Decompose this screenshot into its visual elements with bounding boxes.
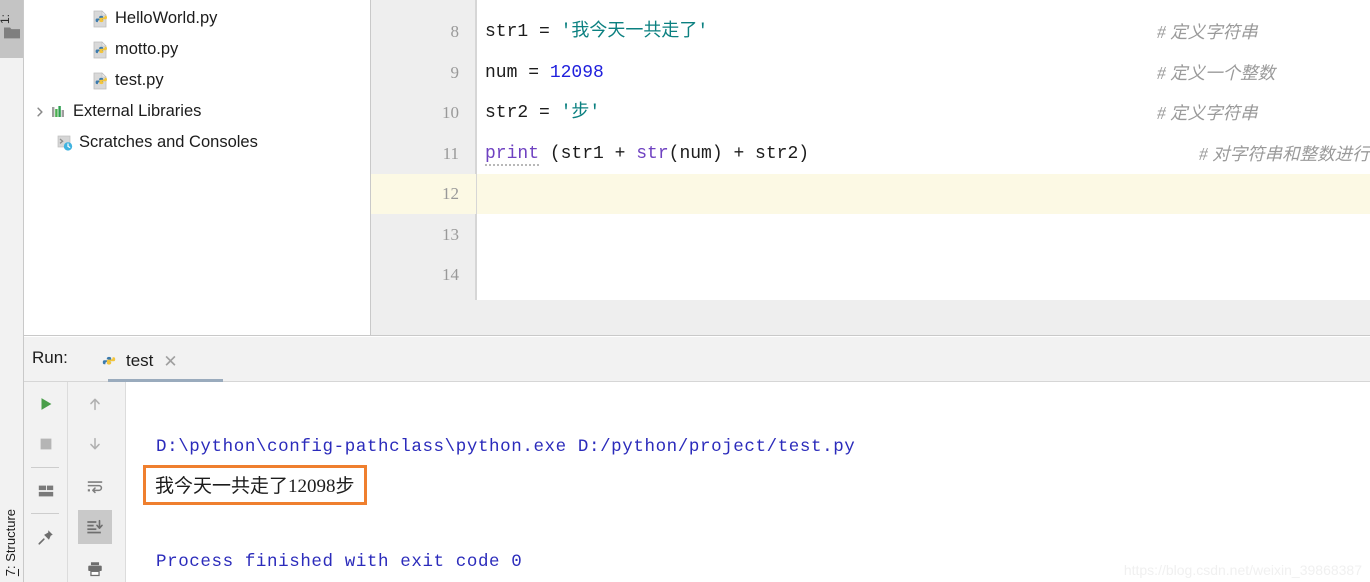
close-icon[interactable]: ✕: [163, 353, 177, 370]
printer-icon[interactable]: [78, 552, 112, 582]
line-number: 10: [442, 103, 459, 122]
code-token-assign: num =: [485, 63, 550, 83]
code-line-11[interactable]: 11 print (str1 + str(num) + str2) # 对字符串…: [371, 134, 1370, 174]
libraries-icon: [50, 103, 68, 121]
code-token-args: (str1 +: [539, 144, 637, 164]
code-line-9[interactable]: 9 num = 12098 # 定义一个整数: [371, 53, 1370, 93]
tree-item-label: External Libraries: [73, 102, 202, 121]
arrow-up-icon[interactable]: [78, 387, 112, 421]
tree-item-label: Scratches and Consoles: [79, 133, 258, 152]
console-exit-line: Process finished with exit code 0: [156, 552, 523, 572]
project-tree-panel[interactable]: HelloWorld.py motto.py test.py External …: [24, 0, 371, 336]
rail-item-project-label[interactable]: 1:: [0, 2, 24, 24]
line-number: 14: [442, 265, 459, 284]
code-token-print: print: [485, 144, 540, 166]
soft-wrap-icon[interactable]: [78, 470, 112, 504]
toolbar-divider: [31, 467, 59, 468]
rail-item-structure[interactable]: 7: Structure: [3, 509, 18, 576]
code-editor[interactable]: 8 str1 = '我今天一共走了' # 定义字符串 9 num = 12098…: [371, 0, 1370, 300]
chevron-right-icon[interactable]: [32, 104, 48, 120]
code-line-10[interactable]: 10 str2 = '步' # 定义字符串: [371, 93, 1370, 133]
run-tool-window: Run: test ✕ D:\python\config-pathclass\p…: [24, 337, 1370, 582]
code-comment: # 定义一个整数: [1157, 63, 1276, 83]
run-toolbar-primary: [24, 382, 68, 582]
run-tab-label: test: [126, 351, 154, 370]
gutter-divider: [476, 0, 477, 300]
console-program-output-highlighted: 我今天一共走了12098步: [143, 465, 367, 505]
stop-button[interactable]: [29, 427, 63, 461]
console-output[interactable]: D:\python\config-pathclass\python.exe D:…: [126, 382, 1370, 582]
arrow-down-icon[interactable]: [78, 427, 112, 461]
code-token-assign: str1 =: [485, 22, 561, 42]
tree-item-label: test.py: [115, 71, 164, 90]
python-file-icon: [99, 351, 119, 371]
scratches-icon: [56, 134, 74, 152]
code-token-tail: (num) + str2): [668, 144, 810, 164]
code-line-14[interactable]: 14: [371, 255, 1370, 295]
code-token-string: '我今天一共走了': [560, 22, 709, 42]
code-comment: # 定义字符串: [1157, 103, 1258, 123]
tree-item-helloworld[interactable]: HelloWorld.py: [92, 5, 217, 32]
run-panel-title: Run:: [32, 348, 68, 367]
pycharm-window: 1: 7: Structure HelloWorld.py motto.py t…: [0, 0, 1370, 582]
line-number: 13: [442, 225, 459, 244]
code-comment: # 定义字符串: [1157, 22, 1258, 42]
code-token-str-fn: str: [636, 144, 669, 164]
code-text: str1 = '我今天一共走了': [485, 12, 708, 52]
tree-item-test[interactable]: test.py: [92, 67, 164, 94]
code-token-string: '步': [560, 103, 601, 123]
code-token-number: 12098: [549, 63, 604, 83]
run-panel-header: [24, 337, 1370, 382]
python-file-icon: [92, 71, 110, 90]
tree-item-motto[interactable]: motto.py: [92, 36, 178, 63]
line-number: 8: [450, 22, 460, 41]
line-number: 11: [442, 144, 459, 163]
folder-icon[interactable]: [4, 26, 20, 39]
run-tab-test[interactable]: test ✕: [95, 342, 182, 380]
layout-button[interactable]: [29, 474, 63, 508]
pin-button[interactable]: [29, 520, 63, 554]
code-text: str2 = '步': [485, 93, 600, 133]
python-file-icon: [92, 40, 110, 59]
python-file-icon: [92, 9, 110, 28]
line-number: 12: [442, 184, 459, 203]
watermark: https://blog.csdn.net/weixin_39868387: [1123, 562, 1362, 578]
code-line-12[interactable]: 12: [371, 174, 1370, 214]
code-line-8[interactable]: 8 str1 = '我今天一共走了' # 定义字符串: [371, 12, 1370, 52]
editor-bottom-strip: [371, 300, 1370, 336]
toolbar-divider: [31, 513, 59, 514]
code-text: print (str1 + str(num) + str2): [485, 134, 809, 174]
tree-item-scratches-and-consoles[interactable]: Scratches and Consoles: [56, 129, 258, 156]
rail-structure-label: : Structure: [3, 508, 18, 569]
console-command-line: D:\python\config-pathclass\python.exe D:…: [156, 437, 856, 457]
tree-item-label: HelloWorld.py: [115, 9, 218, 28]
code-line-13[interactable]: 13: [371, 215, 1370, 255]
left-tool-rail: 1: 7: Structure: [0, 0, 24, 582]
code-comment: # 对字符串和整数进行拼接: [1199, 144, 1370, 164]
code-text: num = 12098: [485, 53, 604, 93]
tree-item-external-libraries[interactable]: External Libraries: [32, 98, 201, 125]
tree-item-label: motto.py: [115, 40, 179, 59]
code-token-assign: str2 =: [485, 103, 561, 123]
line-number: 9: [450, 63, 460, 82]
run-button[interactable]: [29, 387, 63, 421]
rail-structure-key: 7: [3, 568, 18, 576]
run-toolbar-secondary: [68, 382, 126, 582]
scroll-to-end-icon[interactable]: [78, 510, 112, 544]
